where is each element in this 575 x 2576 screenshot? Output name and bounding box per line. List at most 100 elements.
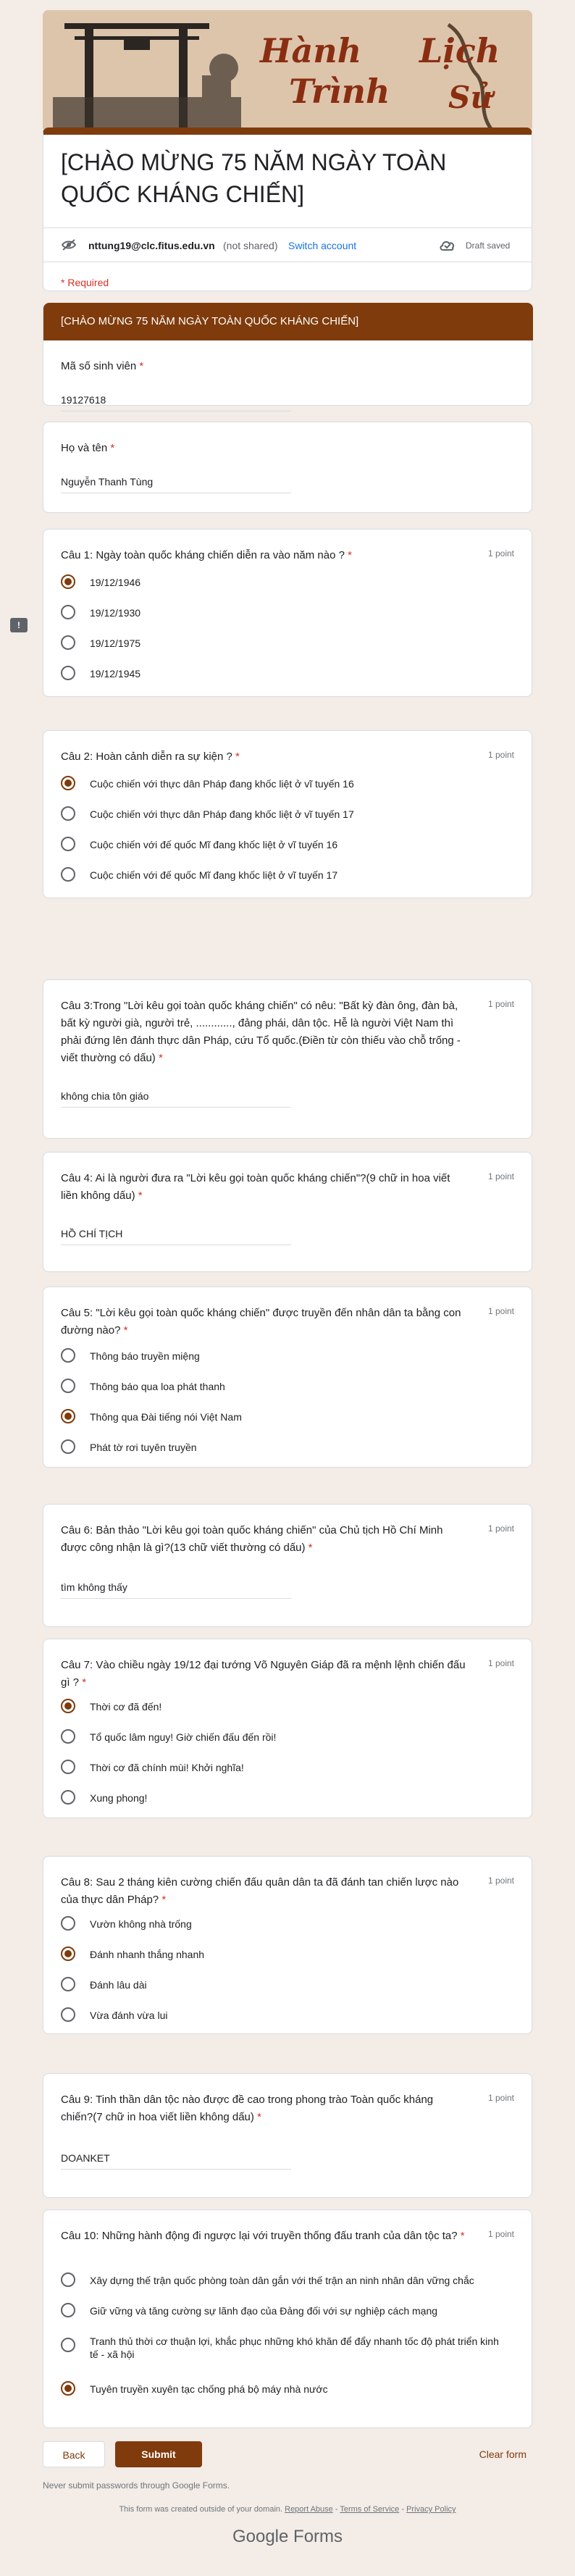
question-label: Câu 1: Ngày toàn quốc kháng chiến diễn r… (61, 549, 352, 561)
radio[interactable] (61, 605, 75, 619)
radio-selected[interactable] (61, 1409, 75, 1423)
q10-option-4[interactable]: Tuyên truyền xuyên tạc chống phá bộ máy … (61, 2378, 510, 2399)
question-card-q1: Câu 1: Ngày toàn quốc kháng chiến diễn r… (43, 529, 532, 697)
radio[interactable] (61, 1790, 75, 1805)
points-label: 1 point (487, 1171, 514, 1182)
q5-option-3[interactable]: Thông qua Đài tiếng nói Việt Nam (61, 1406, 510, 1426)
q2-option-1[interactable]: Cuộc chiến với thực dân Pháp đang khốc l… (61, 773, 510, 793)
points-label: 1 point (487, 2093, 514, 2103)
radio[interactable] (61, 2272, 75, 2287)
submit-button[interactable]: Submit (115, 2441, 202, 2467)
question-label: Câu 6: Bản thảo "Lời kêu gọi toàn quốc k… (61, 1524, 443, 1554)
radio[interactable] (61, 1916, 75, 1931)
radio[interactable] (61, 1729, 75, 1744)
radio[interactable] (61, 1760, 75, 1774)
question-card-q4: Câu 4: Ai là người đưa ra "Lời kêu gọi t… (43, 1152, 532, 1272)
domain-note: This form was created outside of your do… (119, 2505, 456, 2514)
q7-option-1[interactable]: Thời cơ đã đến! (61, 1696, 510, 1716)
q9-answer-input[interactable]: DOANKET (61, 2146, 291, 2170)
q1-option-3[interactable]: 19/12/1975 (61, 632, 510, 653)
q10-option-1[interactable]: Xây dựng thế trận quốc phòng toàn dân gắ… (61, 2270, 510, 2290)
q7-option-4[interactable]: Xung phong! (61, 1787, 510, 1807)
q7-option-3[interactable]: Thời cơ đã chính mùi! Khởi nghĩa! (61, 1757, 510, 1777)
banner-artwork: Hành Trình Lịch Sử (43, 10, 532, 132)
q8-option-4[interactable]: Vừa đánh vừa lui (61, 2004, 510, 2025)
radio-selected[interactable] (61, 1699, 75, 1713)
radio[interactable] (61, 635, 75, 650)
q8-option-3[interactable]: Đánh lâu dài (61, 1974, 510, 1994)
radio-selected[interactable] (61, 776, 75, 790)
radio[interactable] (61, 2007, 75, 2022)
question-card-q5: Câu 5: "Lời kêu gọi toàn quốc kháng chiế… (43, 1287, 532, 1468)
q2-option-4[interactable]: Cuộc chiến với đế quốc Mĩ đang khốc liệt… (61, 864, 510, 885)
q6-answer-input[interactable]: tìm không thấy (61, 1576, 291, 1599)
radio[interactable] (61, 1348, 75, 1363)
radio[interactable] (61, 2338, 75, 2352)
not-shared-icon (61, 238, 77, 255)
account-email: nttung19@clc.fitus.edu.vn (88, 240, 215, 251)
points-label: 1 point (487, 999, 514, 1009)
q3-answer-input[interactable]: không chia tôn giáo (61, 1084, 291, 1108)
form-title: [CHÀO MỪNG 75 NĂM NGÀY TOÀN QUỐC KHÁNG C… (61, 149, 447, 207)
q1-option-1[interactable]: 19/12/1946 (61, 572, 510, 592)
question-label: Câu 9: Tinh thần dân tộc nào được đề cao… (61, 2094, 434, 2123)
q10-option-3[interactable]: Tranh thủ thời cơ thuận lợi, khắc phục n… (61, 2330, 510, 2362)
q7-option-2[interactable]: Tổ quốc lâm nguy! Giờ chiến đấu đến rồi! (61, 1726, 510, 1747)
section-title: [CHÀO MỪNG 75 NĂM NGÀY TOÀN QUỐC KHÁNG C… (43, 303, 533, 340)
q2-option-2[interactable]: Cuộc chiến với thực dân Pháp đang khốc l… (61, 803, 510, 824)
question-label: Mã số sinh viên * (61, 360, 144, 372)
back-button[interactable]: Back (43, 2441, 105, 2467)
google-forms-logo[interactable]: Google Forms (43, 2527, 532, 2547)
section-card-student-id: [CHÀO MỪNG 75 NĂM NGÀY TOÀN QUỐC KHÁNG C… (43, 303, 533, 411)
radio-selected[interactable] (61, 2381, 75, 2396)
q5-option-2[interactable]: Thông báo qua loa phát thanh (61, 1376, 510, 1396)
radio[interactable] (61, 1439, 75, 1454)
name-input[interactable]: Nguyễn Thanh Tùng (61, 470, 291, 493)
radio[interactable] (61, 1977, 75, 1991)
student-id-input[interactable]: 19127618 (61, 388, 291, 411)
q8-option-1[interactable]: Vườn không nhà trống (61, 1913, 510, 1933)
question-card-q3: Câu 3:Trong "Lời kêu gọi toàn quốc kháng… (43, 979, 532, 1139)
switch-account-link[interactable]: Switch account (288, 240, 356, 251)
radio-selected[interactable] (61, 574, 75, 589)
radio[interactable] (61, 2303, 75, 2317)
question-label: Câu 5: "Lời kêu gọi toàn quốc kháng chiế… (61, 1307, 461, 1337)
question-label: Câu 4: Ai là người đưa ra "Lời kêu gọi t… (61, 1172, 450, 1202)
q1-option-4[interactable]: 19/12/1945 (61, 663, 510, 683)
radio[interactable] (61, 867, 75, 882)
clear-form-button[interactable]: Clear form (479, 2449, 526, 2460)
report-abuse-link[interactable]: Report Abuse (285, 2505, 333, 2514)
question-label: Câu 10: Những hành động đi ngược lại với… (61, 2230, 465, 2242)
cloud-saved-icon (439, 238, 456, 255)
question-card-q9: Câu 9: Tinh thần dân tộc nào được đề cao… (43, 2073, 532, 2198)
q5-option-1[interactable]: Thông báo truyền miệng (61, 1345, 510, 1366)
question-label: Câu 3:Trong "Lời kêu gọi toàn quốc kháng… (61, 1000, 461, 1064)
question-label: Họ và tên * (61, 442, 115, 454)
question-card-q8: Câu 8: Sau 2 tháng kiên cường chiến đấu … (43, 1856, 532, 2034)
report-problem-icon[interactable] (10, 618, 28, 632)
form-title-card: [CHÀO MỪNG 75 NĂM NGÀY TOÀN QUỐC KHÁNG C… (43, 127, 532, 291)
terms-link[interactable]: Terms of Service (340, 2505, 399, 2514)
q4-answer-input[interactable]: HỒ CHÍ TỊCH (61, 1222, 291, 1245)
radio[interactable] (61, 806, 75, 821)
q2-option-3[interactable]: Cuộc chiến với đế quốc Mĩ đang khốc liệt… (61, 834, 510, 854)
question-label: Câu 7: Vào chiều ngày 19/12 đại tướng Võ… (61, 1659, 466, 1689)
question-card-q7: Câu 7: Vào chiều ngày 19/12 đại tướng Võ… (43, 1639, 532, 1818)
q5-option-4[interactable]: Phát tờ rơi tuyên truyền (61, 1437, 510, 1457)
radio-selected[interactable] (61, 1946, 75, 1961)
question-label: Câu 2: Hoàn cảnh diễn ra sự kiện ? * (61, 750, 240, 763)
banner-word-2: Trình (289, 72, 390, 111)
q10-option-2[interactable]: Giữ vững và tăng cường sự lãnh đạo của Đ… (61, 2300, 510, 2320)
required-note: * Required (61, 277, 109, 288)
points-label: 1 point (487, 750, 514, 760)
account-row: nttung19@clc.fitus.edu.vn (not shared) S… (43, 227, 532, 262)
question-card-q6: Câu 6: Bản thảo "Lời kêu gọi toàn quốc k… (43, 1504, 532, 1627)
radio[interactable] (61, 1379, 75, 1393)
radio[interactable] (61, 666, 75, 680)
q8-option-2[interactable]: Đánh nhanh thắng nhanh (61, 1944, 510, 1964)
question-card-q2: Câu 2: Hoàn cảnh diễn ra sự kiện ? * 1 p… (43, 730, 532, 898)
q1-option-2[interactable]: 19/12/1930 (61, 602, 510, 622)
privacy-link[interactable]: Privacy Policy (406, 2505, 456, 2514)
not-shared-label: (not shared) (223, 240, 278, 251)
radio[interactable] (61, 837, 75, 851)
